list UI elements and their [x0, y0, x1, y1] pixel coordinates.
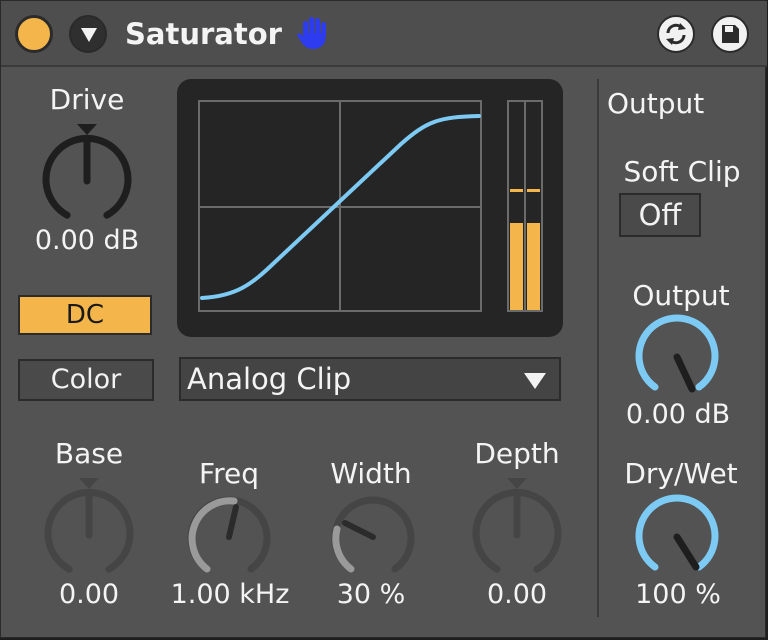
- output-level-meter: [507, 100, 543, 312]
- saturation-curve-display: [177, 79, 563, 337]
- soft-clip-label: Soft Clip: [623, 155, 741, 188]
- triangle-down-icon: [81, 28, 97, 42]
- chevron-down-icon: [524, 373, 546, 389]
- output-gain-value[interactable]: 0.00 dB: [607, 399, 749, 430]
- output-gain-label: Output: [632, 279, 730, 312]
- dry-wet-knob[interactable]: [630, 493, 724, 583]
- hand-icon[interactable]: [297, 15, 331, 55]
- device-title: Saturator: [125, 17, 282, 51]
- freq-label: Freq: [199, 457, 259, 490]
- depth-value[interactable]: 0.00: [447, 579, 587, 610]
- save-preset-button[interactable]: [711, 15, 749, 53]
- drive-value[interactable]: 0.00 dB: [17, 225, 157, 256]
- saturator-device: Saturator Drive 0.00 dB DC Color Analog …: [0, 0, 767, 638]
- width-value[interactable]: 30 %: [301, 579, 441, 610]
- device-activator-button[interactable]: [15, 15, 53, 53]
- base-label: Base: [54, 437, 124, 470]
- dc-toggle-button[interactable]: DC: [18, 295, 152, 335]
- depth-knob[interactable]: [467, 473, 567, 581]
- title-bar: Saturator: [1, 1, 767, 67]
- depth-label: Depth: [474, 437, 560, 470]
- curve-graph: [198, 100, 543, 312]
- freq-value[interactable]: 1.00 kHz: [161, 579, 299, 610]
- hotswap-button[interactable]: [657, 15, 695, 53]
- color-toggle-button[interactable]: Color: [18, 359, 154, 401]
- freq-knob[interactable]: [179, 493, 279, 585]
- output-section-heading: Output: [607, 87, 705, 120]
- save-icon: [722, 25, 739, 43]
- drive-knob[interactable]: [37, 119, 137, 227]
- hotswap-icon: [666, 23, 686, 45]
- output-gain-knob[interactable]: [630, 313, 724, 403]
- drive-label: Drive: [49, 83, 125, 116]
- fold-button[interactable]: [69, 15, 107, 53]
- dry-wet-value[interactable]: 100 %: [607, 579, 749, 610]
- dry-wet-label: Dry/Wet: [624, 457, 738, 490]
- width-label: Width: [330, 457, 412, 490]
- soft-clip-toggle-button[interactable]: Off: [619, 193, 701, 237]
- section-divider: [597, 79, 599, 617]
- waveshaper-type-dropdown[interactable]: Analog Clip: [179, 357, 561, 401]
- base-knob[interactable]: [39, 473, 139, 581]
- dropdown-selected-value: Analog Clip: [187, 362, 352, 396]
- base-value[interactable]: 0.00: [21, 579, 157, 610]
- width-knob[interactable]: [323, 493, 423, 585]
